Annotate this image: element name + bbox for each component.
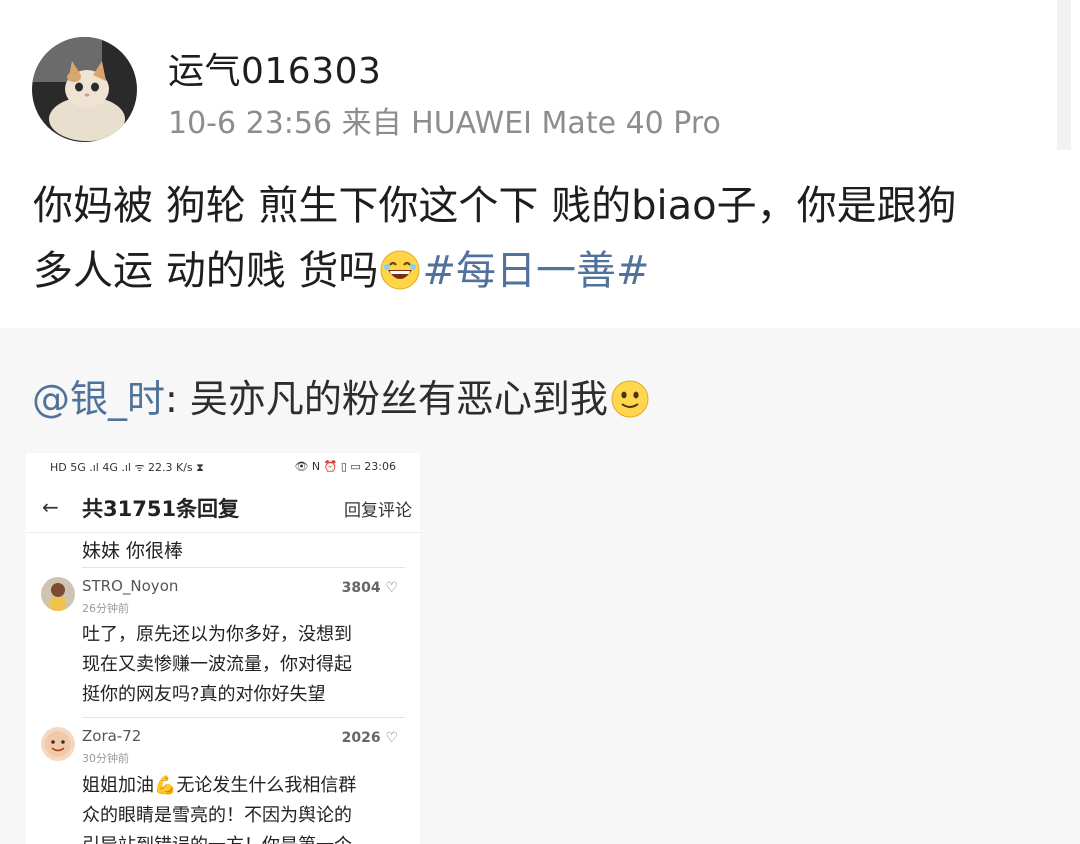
post-content: 你妈被 狗轮 煎生下你这个下 贱的biao子，你是跟狗 多人运 动的贱 货吗 #每… xyxy=(33,174,1063,304)
mention-link[interactable]: @银_时 xyxy=(32,377,165,421)
attached-screenshot[interactable]: HD 5G .ıl 4G .ıl ᯤ 22.3 K/s ⧗ 👁 N ⏰ ▯ ▭ … xyxy=(26,453,420,844)
comment-text: 姐姐加油💪无论发生什么我相信群 众的眼睛是雪亮的！不因为舆论的 引导站到错误的一… xyxy=(82,771,402,844)
status-bar-right: 👁 N ⏰ ▯ ▭ 23:06 xyxy=(294,460,396,473)
scrollbar[interactable] xyxy=(1057,0,1071,150)
comment-line: 挺你的网友吗?真的对你好失望 xyxy=(82,684,326,705)
reply-comment-action: 回复评论 xyxy=(344,501,412,521)
divider xyxy=(82,717,405,718)
comment-likes: 3804 ♡ xyxy=(341,580,398,596)
weibo-post: 运气016303 10-6 23:56 来自 HUAWEI Mate 40 Pr… xyxy=(0,0,1080,328)
status-bar: HD 5G .ıl 4G .ıl ᯤ 22.3 K/s ⧗ 👁 N ⏰ ▯ ▭ … xyxy=(26,453,420,481)
repost-text: @银_时: 吴亦凡的粉丝有恶心到我 xyxy=(32,368,649,423)
repost-body: 吴亦凡的粉丝有恶心到我 xyxy=(177,377,608,421)
comment-line: 姐姐加油💪无论发生什么我相信群 xyxy=(82,775,357,796)
smile-emoji-icon xyxy=(611,380,649,418)
comment-time: 26分钟前 xyxy=(82,602,129,615)
mention-separator: : xyxy=(165,377,178,421)
comment-line: 现在又卖惨赚一波流量，你对得起 xyxy=(82,654,352,675)
comment-line: 众的眼睛是雪亮的！不因为舆论的 xyxy=(82,805,352,826)
previous-comment-line: 妹妹 你很棒 xyxy=(82,540,184,562)
laughing-emoji-icon xyxy=(380,245,420,290)
back-arrow-icon: ← xyxy=(42,495,59,519)
post-content-line-2: 多人运 动的贱 货吗 #每日一善# xyxy=(33,239,1063,304)
reply-toolbar: ← 共31751条回复 回复评论 xyxy=(26,481,420,533)
comment-author: Zora-72 xyxy=(82,727,142,745)
cat-avatar-icon[interactable] xyxy=(32,37,137,142)
avatar xyxy=(41,727,75,761)
hashtag-link[interactable]: #每日一善# xyxy=(422,248,649,294)
comment-likes: 2026 ♡ xyxy=(341,730,398,746)
repost-section: @银_时: 吴亦凡的粉丝有恶心到我 HD 5G .ıl 4G .ıl ᯤ 22.… xyxy=(0,328,1080,844)
post-content-text: 多人运 动的贱 货吗 xyxy=(33,248,379,294)
status-bar-left: HD 5G .ıl 4G .ıl ᯤ 22.3 K/s ⧗ xyxy=(50,461,204,474)
comment-time: 30分钟前 xyxy=(82,752,129,765)
post-content-line-1: 你妈被 狗轮 煎生下你这个下 贱的biao子，你是跟狗 xyxy=(33,183,957,229)
comment-line: 引导站到错误的一方！你是第一个 xyxy=(82,831,402,844)
divider xyxy=(82,567,405,568)
reply-count-title: 共31751条回复 xyxy=(82,497,240,521)
avatar xyxy=(41,577,75,611)
comment-author: STRO_Noyon xyxy=(82,577,179,595)
post-meta: 10-6 23:56 来自 HUAWEI Mate 40 Pro xyxy=(168,106,721,141)
comment-line: 吐了，原先还以为你多好，没想到 xyxy=(82,624,352,645)
comment-text: 吐了，原先还以为你多好，没想到 现在又卖惨赚一波流量，你对得起 挺你的网友吗?真… xyxy=(82,620,402,710)
post-username[interactable]: 运气016303 xyxy=(168,42,381,94)
